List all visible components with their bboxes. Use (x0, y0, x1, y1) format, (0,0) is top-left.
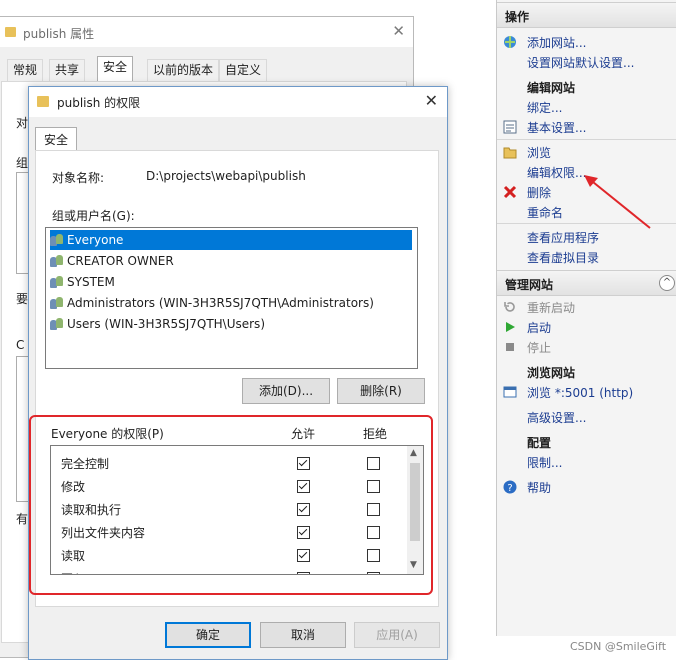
group-list-label: 组或用户名(G): (52, 209, 135, 223)
annotation-arrow (584, 175, 651, 229)
watermark: CSDN @SmileGift (570, 640, 667, 653)
edit-permissions-link[interactable]: 编辑权限... (527, 164, 586, 181)
group-list-item[interactable]: Users (WIN-3H3R5SJ7QTH\Users) (50, 314, 265, 334)
view-virtual-directories-link[interactable]: 查看虚拟目录 (527, 249, 599, 266)
fragment-text: 有 (16, 512, 29, 526)
folder-icon (5, 27, 16, 37)
actions-panel: 操作 添加网站... 设置网站默认设置... 编辑网站 绑定... 基本设置..… (496, 0, 676, 636)
group-user-list[interactable]: Everyone CREATOR OWNER SYSTEM Administrator… (45, 227, 418, 369)
delete-link[interactable]: 删除 (527, 184, 551, 201)
group-list-item[interactable]: Administrators (WIN-3H3R5SJ7QTH\Administ… (50, 293, 374, 313)
start-link[interactable]: 启动 (527, 319, 551, 336)
group-name: CREATOR OWNER (67, 254, 174, 268)
group-name: Everyone (67, 233, 124, 247)
help-link[interactable]: 帮助 (527, 479, 551, 496)
browse-port-link[interactable]: 浏览 *:5001 (http) (527, 384, 633, 401)
users-icon (50, 318, 65, 330)
actions-header-label: 操作 (505, 10, 530, 24)
divider (497, 139, 676, 140)
browse-site-icon (503, 385, 517, 399)
browse-site-group-label: 浏览网站 (527, 366, 576, 380)
browse-link[interactable]: 浏览 (527, 144, 551, 161)
close-icon[interactable]: ✕ (392, 22, 405, 40)
users-icon (50, 234, 65, 246)
start-icon (503, 320, 517, 334)
apply-button[interactable]: 应用(A) (354, 622, 440, 648)
restart-link[interactable]: 重新启动 (527, 299, 575, 316)
tab-security[interactable]: 安全 (35, 127, 78, 152)
tab-previous-versions[interactable]: 以前的版本 (147, 59, 220, 81)
tab-sharing[interactable]: 共享 (49, 59, 86, 81)
stop-link[interactable]: 停止 (527, 339, 551, 356)
remove-button[interactable]: 删除(R) (337, 378, 425, 404)
tab-security[interactable]: 安全 (97, 56, 134, 82)
tab-customize[interactable]: 自定义 (219, 59, 268, 81)
fragment-text: C (16, 338, 25, 352)
cancel-button[interactable]: 取消 (260, 622, 346, 648)
properties-title: publish 属性 (23, 27, 95, 41)
collapse-chevron-icon[interactable]: ^ (659, 275, 675, 291)
basic-settings-link[interactable]: 基本设置... (527, 119, 586, 136)
rename-link[interactable]: 重命名 (527, 204, 563, 221)
browse-folder-icon (503, 145, 517, 159)
properties-titlebar: publish 属性 ✕ (0, 17, 413, 47)
group-list-item[interactable]: Everyone (50, 230, 412, 250)
add-button[interactable]: 添加(D)... (242, 378, 330, 404)
dialog-title: publish 的权限 (57, 96, 141, 110)
configure-group-label: 配置 (527, 436, 552, 450)
fragment-text: 对 (16, 116, 29, 130)
manage-site-header-label: 管理网站 (505, 278, 554, 292)
limits-link[interactable]: 限制... (527, 454, 562, 471)
basic-settings-icon (503, 120, 517, 134)
manage-site-header: 管理网站 ^ (497, 270, 676, 296)
add-website-link[interactable]: 添加网站... (527, 34, 586, 51)
group-name: Users (WIN-3H3R5SJ7QTH\Users) (67, 317, 265, 331)
set-website-defaults-link[interactable]: 设置网站默认设置... (527, 54, 634, 71)
group-name: SYSTEM (67, 275, 115, 289)
group-name: Administrators (WIN-3H3R5SJ7QTH\Administ… (67, 296, 374, 310)
users-icon (50, 255, 65, 267)
group-list-item[interactable]: CREATOR OWNER (50, 251, 174, 271)
delete-icon (503, 185, 517, 199)
help-icon: ? (503, 480, 517, 494)
stop-icon (503, 340, 517, 354)
fragment-text: 要 (16, 292, 29, 306)
fragment-text: 组 (16, 156, 29, 170)
group-list-item[interactable]: SYSTEM (50, 272, 115, 292)
edit-site-group-label: 编辑网站 (527, 81, 576, 95)
globe-add-icon (503, 35, 517, 49)
dialog-titlebar: publish 的权限 ✕ (29, 87, 447, 117)
actions-header: 操作 (497, 2, 676, 28)
svg-text:?: ? (507, 483, 512, 494)
object-name-label: 对象名称: (52, 171, 105, 185)
folder-icon (37, 96, 49, 107)
bindings-link[interactable]: 绑定... (527, 99, 562, 116)
tab-general[interactable]: 常规 (7, 59, 44, 81)
object-name-value: D:\projects\webapi\publish (146, 169, 306, 183)
users-icon (50, 276, 65, 288)
highlight-box (29, 415, 433, 595)
users-icon (50, 297, 65, 309)
close-icon[interactable]: ✕ (425, 91, 438, 110)
restart-icon (503, 300, 517, 314)
ok-button[interactable]: 确定 (165, 622, 251, 648)
advanced-settings-link[interactable]: 高级设置... (527, 409, 586, 426)
